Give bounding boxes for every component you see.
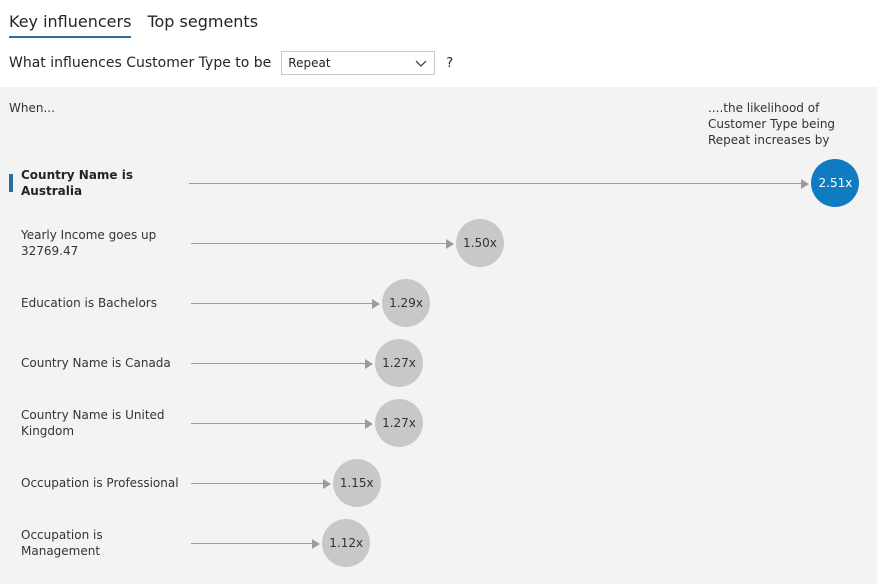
influence-bubble[interactable]: 1.27x xyxy=(375,339,423,387)
arrow-head xyxy=(365,359,373,369)
tab-bar: Key influencers Top segments xyxy=(9,12,258,38)
influencer-label: Country Name is Australia xyxy=(21,168,134,198)
influencer-row[interactable]: Education is Bachelors 1.29x xyxy=(0,278,877,328)
tab-top-segments[interactable]: Top segments xyxy=(147,12,258,38)
arrow-head xyxy=(322,479,331,489)
chevron-down-icon xyxy=(415,60,427,67)
tab-key-influencers[interactable]: Key influencers xyxy=(9,12,132,38)
help-icon[interactable]: ? xyxy=(446,56,453,71)
influence-line xyxy=(191,423,365,424)
influence-bubble[interactable]: 1.27x xyxy=(375,399,423,447)
influencer-label: Yearly Income goes up 32769.47 xyxy=(21,228,157,258)
influencer-row[interactable]: Occupation is Professional 1.15x xyxy=(0,458,877,508)
influence-bubble[interactable]: 1.12x xyxy=(322,519,371,567)
influence-bubble[interactable]: 2.51x xyxy=(811,159,860,207)
influencer-label: Country Name is United Kingdom xyxy=(21,408,165,438)
influence-line xyxy=(191,243,446,244)
influence-line xyxy=(191,543,313,544)
influencer-row[interactable]: Occupation is Management 1.12x xyxy=(0,518,877,568)
arrow-head xyxy=(365,419,373,429)
likelihood-label: ....the likelihood of Customer Type bein… xyxy=(708,101,836,147)
arrow-head xyxy=(372,299,381,309)
selection-indicator xyxy=(9,174,13,192)
influence-bubble[interactable]: 1.29x xyxy=(382,279,431,327)
influencer-row[interactable]: Country Name is Australia 2.51x xyxy=(0,158,877,208)
influence-line xyxy=(191,363,365,364)
arrow-head xyxy=(312,539,321,549)
influencer-row[interactable]: Yearly Income goes up 32769.47 1.50x xyxy=(0,218,877,268)
influencer-label: Education is Bachelors xyxy=(21,296,157,310)
influence-line xyxy=(191,483,323,484)
when-label: When... xyxy=(9,101,55,115)
influencer-row[interactable]: Country Name is Canada 1.27x xyxy=(0,338,877,388)
dropdown-value: Repeat xyxy=(288,56,331,70)
influencer-label: Country Name is Canada xyxy=(21,356,171,370)
question-label: What influences Customer Type to be xyxy=(9,55,272,71)
influencer-label: Occupation is Professional xyxy=(21,476,179,490)
influencers-panel: When... ....the likelihood of Customer T… xyxy=(0,87,877,584)
influence-bubble[interactable]: 1.15x xyxy=(332,459,381,507)
influence-line xyxy=(189,183,802,184)
question-bar: What influences Customer Type to be Repe… xyxy=(9,50,453,76)
influencer-label: Occupation is Management xyxy=(21,528,103,558)
arrow-head xyxy=(801,179,810,189)
influence-line xyxy=(191,303,373,304)
influence-bubble[interactable]: 1.50x xyxy=(455,219,504,267)
influencer-row[interactable]: Country Name is United Kingdom 1.27x xyxy=(0,398,877,448)
customer-type-dropdown[interactable]: Repeat xyxy=(281,51,436,75)
arrow-head xyxy=(445,239,454,249)
